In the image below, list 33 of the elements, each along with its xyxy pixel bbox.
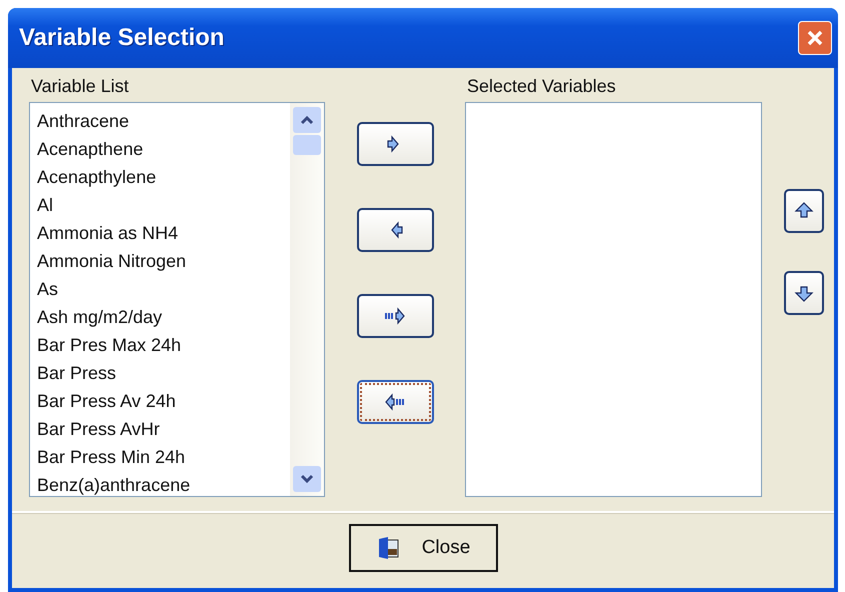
transfer-button[interactable] xyxy=(356,122,434,166)
arrow-icon xyxy=(384,391,406,413)
list-item[interactable]: Acenapthylene xyxy=(37,163,290,191)
list-item[interactable]: Benz(a)anthracene xyxy=(37,471,290,496)
close-button[interactable] xyxy=(798,21,832,55)
transfer-button[interactable] xyxy=(356,380,434,424)
list-item[interactable]: Acenapthene xyxy=(37,135,290,163)
arrow-icon xyxy=(384,305,406,327)
transfer-button[interactable] xyxy=(356,208,434,252)
selected-label: Selected Variables xyxy=(467,76,617,96)
list-item[interactable]: Ash mg/m2/day xyxy=(37,303,290,331)
scroll-down-button[interactable] xyxy=(293,466,321,492)
scrollbar[interactable] xyxy=(290,103,324,496)
transfer-button[interactable] xyxy=(356,294,434,338)
list-item[interactable]: Bar Press Av 24h xyxy=(37,387,290,415)
move-button[interactable] xyxy=(784,189,824,233)
list-item[interactable]: Bar Pres Max 24h xyxy=(37,331,290,359)
list-item[interactable]: Ammonia as NH4 xyxy=(37,219,290,247)
move-button[interactable] xyxy=(784,271,824,315)
caret-up-icon xyxy=(300,115,314,125)
scroll-up-button[interactable] xyxy=(293,107,321,133)
list-item[interactable]: Bar Press Min 24h xyxy=(37,443,290,471)
list-item[interactable]: Bar Press AvHr xyxy=(37,415,290,443)
list-item[interactable]: As xyxy=(37,275,290,303)
list-item[interactable]: Bar Press xyxy=(37,359,290,387)
list-item[interactable]: Ammonia Nitrogen xyxy=(37,247,290,275)
list-label: Variable List xyxy=(31,76,130,96)
scroll-thumb[interactable] xyxy=(293,135,321,155)
caret-down-icon xyxy=(300,474,314,484)
window-title: Variable Selection xyxy=(19,24,224,52)
close-dialog-button[interactable]: Close xyxy=(348,524,498,572)
list-item[interactable]: Anthracene xyxy=(37,107,290,135)
list-item[interactable]: Al xyxy=(37,191,290,219)
